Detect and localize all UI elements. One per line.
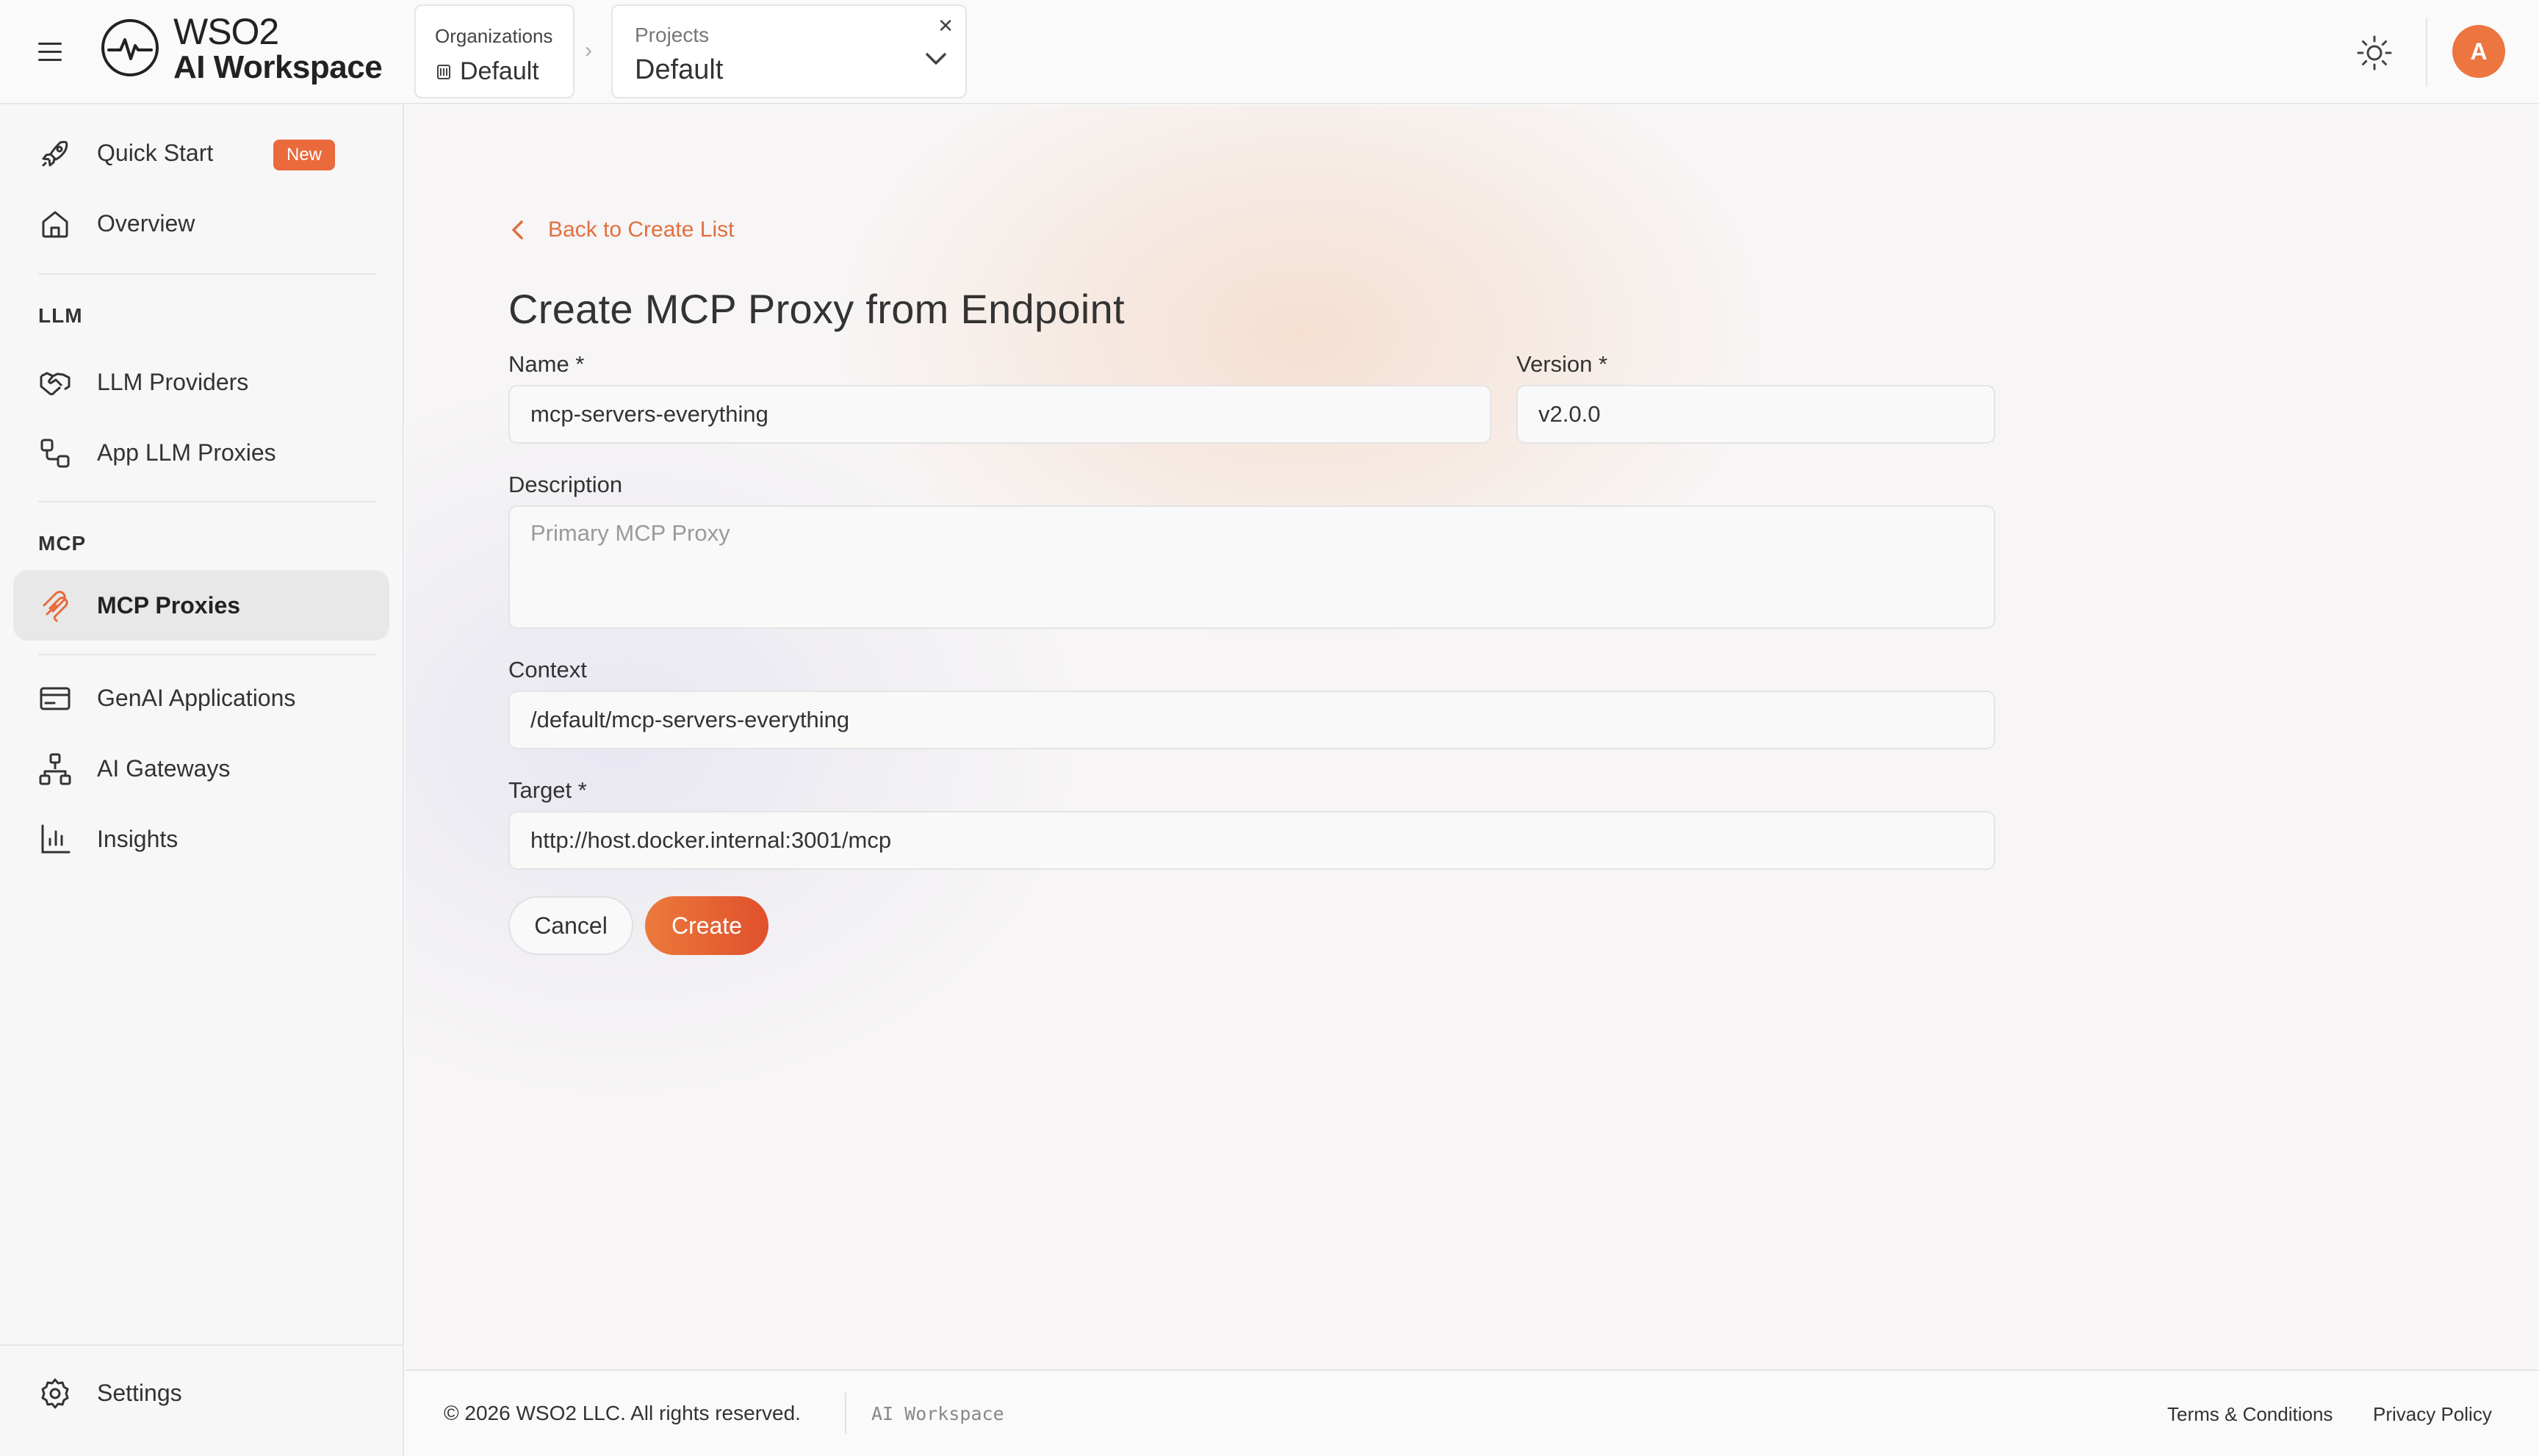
credit-card-icon — [40, 687, 71, 710]
sidebar-item-label: MCP Proxies — [97, 592, 241, 619]
sidebar-item-insights[interactable]: Insights — [13, 804, 389, 874]
sidebar-item-label: AI Gateways — [97, 755, 231, 782]
page-title: Create MCP Proxy from Endpoint — [508, 286, 1125, 332]
sidebar: Quick Start New Overview LLM LLM Provide… — [0, 104, 404, 1456]
sidebar-item-label: Quick Start — [97, 140, 214, 166]
close-icon[interactable]: ✕ — [937, 15, 954, 37]
privacy-link[interactable]: Privacy Policy — [2373, 1403, 2492, 1426]
sidebar-divider — [0, 1344, 404, 1346]
version-label: Version * — [1516, 351, 1608, 377]
sidebar-item-quick-start[interactable]: Quick Start New — [13, 118, 389, 188]
header-divider — [2426, 18, 2427, 87]
sidebar-divider — [38, 654, 376, 655]
terms-link[interactable]: Terms & Conditions — [2167, 1403, 2333, 1426]
menu-icon[interactable] — [35, 37, 66, 68]
create-button[interactable]: Create — [645, 896, 768, 955]
sidebar-item-label: App LLM Proxies — [97, 439, 276, 466]
workflow-icon — [40, 439, 70, 468]
project-value: Default — [635, 54, 724, 85]
network-icon — [39, 753, 71, 785]
copyright-text: © 2026 WSO2 LLC. All rights reserved. — [444, 1402, 801, 1424]
building-icon — [437, 64, 450, 79]
sidebar-item-label: Insights — [97, 826, 179, 852]
sidebar-item-overview[interactable]: Overview — [13, 188, 389, 259]
sidebar-item-label: Overview — [97, 210, 195, 237]
footer-divider — [845, 1393, 846, 1434]
context-input[interactable] — [508, 691, 1995, 749]
sidebar-item-genai-applications[interactable]: GenAI Applications — [13, 663, 389, 733]
target-label: Target * — [508, 777, 587, 803]
top-header: WSO2 AI Workspace Organizations Default … — [0, 0, 2539, 104]
target-input[interactable] — [508, 811, 1995, 870]
sidebar-item-label: Settings — [97, 1380, 182, 1406]
description-label: Description — [508, 472, 623, 497]
name-input[interactable] — [508, 385, 1491, 444]
back-to-create-list-link[interactable]: Back to Create List — [508, 217, 734, 242]
project-selector[interactable]: Projects Default ✕ — [611, 4, 967, 98]
org-label: Organizations — [435, 25, 553, 47]
version-input[interactable] — [1516, 385, 1995, 444]
cancel-button[interactable]: Cancel — [508, 896, 633, 955]
main-content: Back to Create List Create MCP Proxy fro… — [406, 106, 2539, 1369]
wso2-logo-icon — [101, 19, 159, 76]
org-value: Default — [460, 57, 539, 85]
home-icon — [42, 211, 68, 238]
rocket-icon — [42, 140, 68, 167]
sidebar-item-mcp-proxies[interactable]: MCP Proxies — [13, 570, 389, 641]
new-badge: New — [273, 140, 336, 170]
logo-text: WSO2 AI Workspace — [173, 11, 383, 85]
sidebar-item-app-llm-proxies[interactable]: App LLM Proxies — [13, 417, 389, 488]
breadcrumb-chevron-icon: › — [585, 38, 592, 62]
name-label: Name * — [508, 351, 585, 377]
context-label: Context — [508, 657, 587, 682]
logo-line1: WSO2 — [173, 11, 279, 52]
organization-selector[interactable]: Organizations Default — [414, 4, 575, 98]
sidebar-divider — [38, 273, 376, 275]
footer-product-name: AI Workspace — [871, 1403, 1004, 1424]
sidebar-item-label: LLM Providers — [97, 369, 249, 395]
handshake-icon — [40, 372, 71, 396]
gear-icon — [41, 1378, 69, 1409]
logo-line2: AI Workspace — [173, 49, 383, 85]
sidebar-item-ai-gateways[interactable]: AI Gateways — [13, 733, 389, 804]
description-textarea[interactable] — [508, 505, 1995, 629]
user-avatar[interactable]: A — [2452, 25, 2505, 78]
project-label: Projects — [635, 24, 710, 46]
theme-toggle-sun-icon[interactable] — [2355, 34, 2394, 72]
back-link-label: Back to Create List — [548, 217, 735, 242]
org-value-wrap: Default — [435, 57, 539, 86]
section-label-mcp: MCP — [38, 532, 87, 555]
sidebar-item-llm-providers[interactable]: LLM Providers — [13, 347, 389, 417]
chevron-down-icon[interactable] — [923, 46, 949, 72]
bar-chart-icon — [41, 824, 71, 854]
chevron-left-icon — [512, 220, 523, 239]
footer: © 2026 WSO2 LLC. All rights reserved. AI… — [406, 1369, 2539, 1456]
section-label-llm: LLM — [38, 304, 83, 327]
mcp-icon — [43, 591, 68, 622]
sidebar-item-label: GenAI Applications — [97, 685, 296, 711]
sidebar-divider — [38, 501, 376, 502]
sidebar-item-settings[interactable]: Settings — [13, 1358, 389, 1428]
